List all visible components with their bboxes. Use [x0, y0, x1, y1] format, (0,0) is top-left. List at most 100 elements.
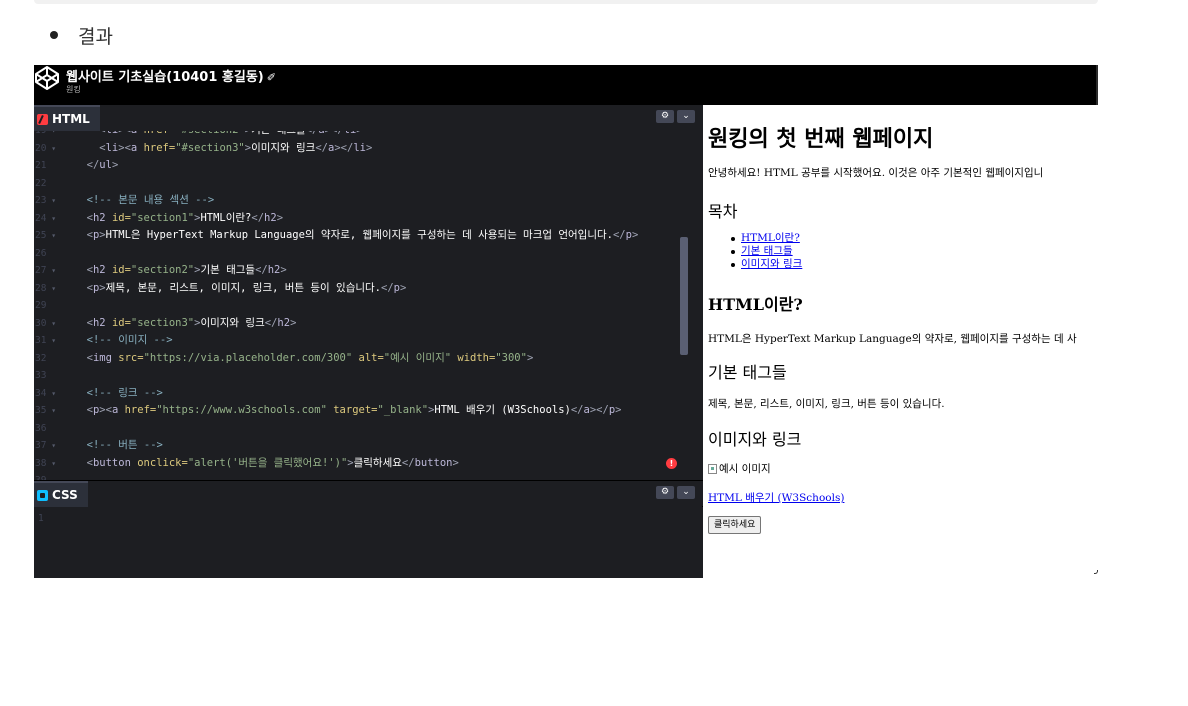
- result-toc-title: 목차: [708, 202, 738, 221]
- code-line[interactable]: 27 ▾ <h2 id="section2">기본 태그들</h2>: [34, 262, 703, 280]
- code-token: a: [130, 141, 144, 154]
- result-click-button[interactable]: 클릭하세요: [708, 516, 762, 534]
- line-number: 28 ▾: [35, 282, 57, 294]
- html-code-editor[interactable]: 19 ▾ <li><a href="#section2">기본 태그들</a><…: [34, 131, 703, 480]
- code-token: </: [381, 281, 394, 294]
- resize-corner[interactable]: [1094, 570, 1098, 574]
- code-line[interactable]: 22: [34, 175, 703, 193]
- code-token: ><: [118, 131, 131, 136]
- line-number: 27 ▾: [35, 265, 57, 276]
- code-line[interactable]: 24 ▾ <h2 id="section1">HTML이란?</h2>: [34, 210, 703, 228]
- code-line[interactable]: 1: [34, 510, 703, 528]
- code-token: >: [615, 404, 622, 416]
- code-text: <li><a href="#section3">이미지와 링크</a></li>: [74, 140, 372, 158]
- code-line[interactable]: 32 <img src="https://via.placeholder.com…: [34, 350, 703, 368]
- code-text: </ul>: [74, 157, 119, 175]
- edit-pencil-icon[interactable]: ✐: [267, 71, 276, 84]
- code-line[interactable]: 36: [34, 420, 703, 438]
- bullet-dot: [731, 249, 735, 254]
- code-token: >: [526, 351, 534, 364]
- toc-link-section3[interactable]: 이미지와 링크: [741, 258, 802, 271]
- line-number: 35 ▾: [35, 405, 57, 416]
- code-token: onclick=: [137, 456, 188, 469]
- result-intro: 안녕하세요! HTML 공부를 시작했어요. 이것은 아주 기본적인 웹페이지입…: [708, 167, 1044, 179]
- fold-arrow-icon[interactable]: ▾: [46, 406, 56, 415]
- line-number: 21: [35, 160, 47, 171]
- code-line[interactable]: 23 ▾ <!-- 본문 내용 섹션 -->: [34, 192, 703, 210]
- toc-link-section2[interactable]: 기본 태그들: [741, 245, 793, 258]
- fold-arrow-icon[interactable]: ▾: [46, 131, 56, 135]
- error-indicator-icon[interactable]: !: [666, 458, 677, 469]
- tab-css-label: CSS: [52, 488, 78, 502]
- code-line[interactable]: 29: [34, 297, 703, 315]
- code-token: <: [74, 131, 105, 136]
- line-number: 37 ▾: [35, 440, 57, 451]
- code-token: alt=: [358, 351, 384, 364]
- code-line[interactable]: 35 ▾ <p><a href="https://www.w3schools.c…: [34, 402, 703, 420]
- fold-arrow-icon[interactable]: ▾: [46, 441, 56, 450]
- pen-author[interactable]: 원킹: [66, 84, 81, 95]
- toc-link-section1[interactable]: HTML이란?: [741, 232, 800, 245]
- code-line[interactable]: 28 ▾ <p>제목, 본문, 리스트, 이미지, 링크, 버튼 등이 있습니다…: [34, 280, 703, 298]
- pen-title[interactable]: 웹사이트 기초실습(10401 홍길동) ✐: [66, 66, 276, 85]
- fold-arrow-icon[interactable]: ▾: [46, 319, 56, 328]
- chevron-down-icon[interactable]: ⌄: [677, 110, 695, 123]
- result-w3schools-link[interactable]: HTML 배우기 (W3Schools): [708, 490, 844, 505]
- line-number: 1: [38, 513, 44, 524]
- tab-css[interactable]: CSS: [34, 481, 88, 507]
- code-token: id=: [111, 316, 131, 329]
- html-editor-scrollbar[interactable]: [680, 237, 688, 355]
- code-token: >: [631, 229, 639, 241]
- code-token: target=: [333, 404, 378, 416]
- fold-arrow-icon[interactable]: ▾: [46, 266, 56, 275]
- code-line[interactable]: 39: [34, 472, 703, 480]
- code-token: </: [264, 316, 278, 329]
- code-text: <h2 id="section2">기본 태그들</h2>: [74, 262, 287, 280]
- code-token: 이미지와 링크: [200, 316, 265, 329]
- code-token: h2: [267, 264, 281, 276]
- code-line[interactable]: 31 ▾ <!-- 이미지 -->: [34, 332, 703, 350]
- code-token: <: [74, 281, 93, 294]
- fold-arrow-icon[interactable]: ▾: [46, 231, 56, 240]
- code-token: <: [74, 229, 93, 241]
- fold-arrow-icon[interactable]: ▾: [46, 389, 56, 398]
- code-line[interactable]: 38 ▾ <button onclick="alert('버튼을 클릭했어요!'…: [34, 455, 703, 473]
- list-item: 이미지와 링크: [731, 258, 802, 271]
- code-token: 클릭하세요: [353, 456, 402, 469]
- code-token: <: [74, 264, 93, 276]
- fold-arrow-icon[interactable]: ▾: [46, 459, 56, 468]
- code-token: <!-- 버튼 -->: [74, 439, 163, 451]
- fold-arrow-icon[interactable]: ▾: [46, 144, 56, 153]
- gear-icon[interactable]: ⚙: [656, 110, 674, 123]
- css-code-editor[interactable]: 1: [34, 507, 703, 578]
- fold-arrow-icon[interactable]: ▾: [46, 196, 56, 205]
- code-line[interactable]: 20 ▾ <li><a href="#section3">이미지와 링크</a>…: [34, 140, 703, 158]
- codepen-logo-icon[interactable]: [34, 65, 60, 91]
- fold-arrow-icon[interactable]: ▾: [46, 214, 56, 223]
- code-token: 기본 태그들: [251, 131, 306, 136]
- line-number: 25 ▾: [35, 230, 57, 241]
- code-token: HTML 배우기 (W3Schools): [434, 404, 571, 416]
- code-line[interactable]: 26: [34, 245, 703, 263]
- code-token: <: [74, 351, 93, 364]
- code-line[interactable]: 19 ▾ <li><a href="#section2">기본 태그들</a><…: [34, 131, 703, 140]
- code-token: href=: [124, 404, 157, 416]
- fold-arrow-icon[interactable]: ▾: [46, 336, 56, 345]
- code-line[interactable]: 25 ▾ <p>HTML은 HyperText Markup Language의…: [34, 227, 703, 245]
- list-item: HTML이란?: [731, 232, 802, 245]
- code-token: "_blank": [377, 404, 429, 416]
- chevron-down-icon[interactable]: ⌄: [677, 486, 695, 499]
- code-token: <: [74, 141, 106, 154]
- code-line[interactable]: 21 </ul>: [34, 157, 703, 175]
- result-bullet: 결과: [50, 20, 113, 50]
- pen-title-text: 웹사이트 기초실습(10401 홍길동): [66, 70, 264, 85]
- fold-arrow-icon[interactable]: ▾: [46, 284, 56, 293]
- code-line[interactable]: 34 ▾ <!-- 링크 -->: [34, 385, 703, 403]
- code-line[interactable]: 30 ▾ <h2 id="section3">이미지와 링크</h2>: [34, 315, 703, 333]
- line-number: 20 ▾: [35, 142, 57, 154]
- tab-html[interactable]: HTML: [34, 105, 100, 131]
- code-token: img: [92, 351, 119, 364]
- code-line[interactable]: 37 ▾ <!-- 버튼 -->: [34, 437, 703, 455]
- gear-icon[interactable]: ⚙: [656, 486, 674, 499]
- code-line[interactable]: 33: [34, 367, 703, 385]
